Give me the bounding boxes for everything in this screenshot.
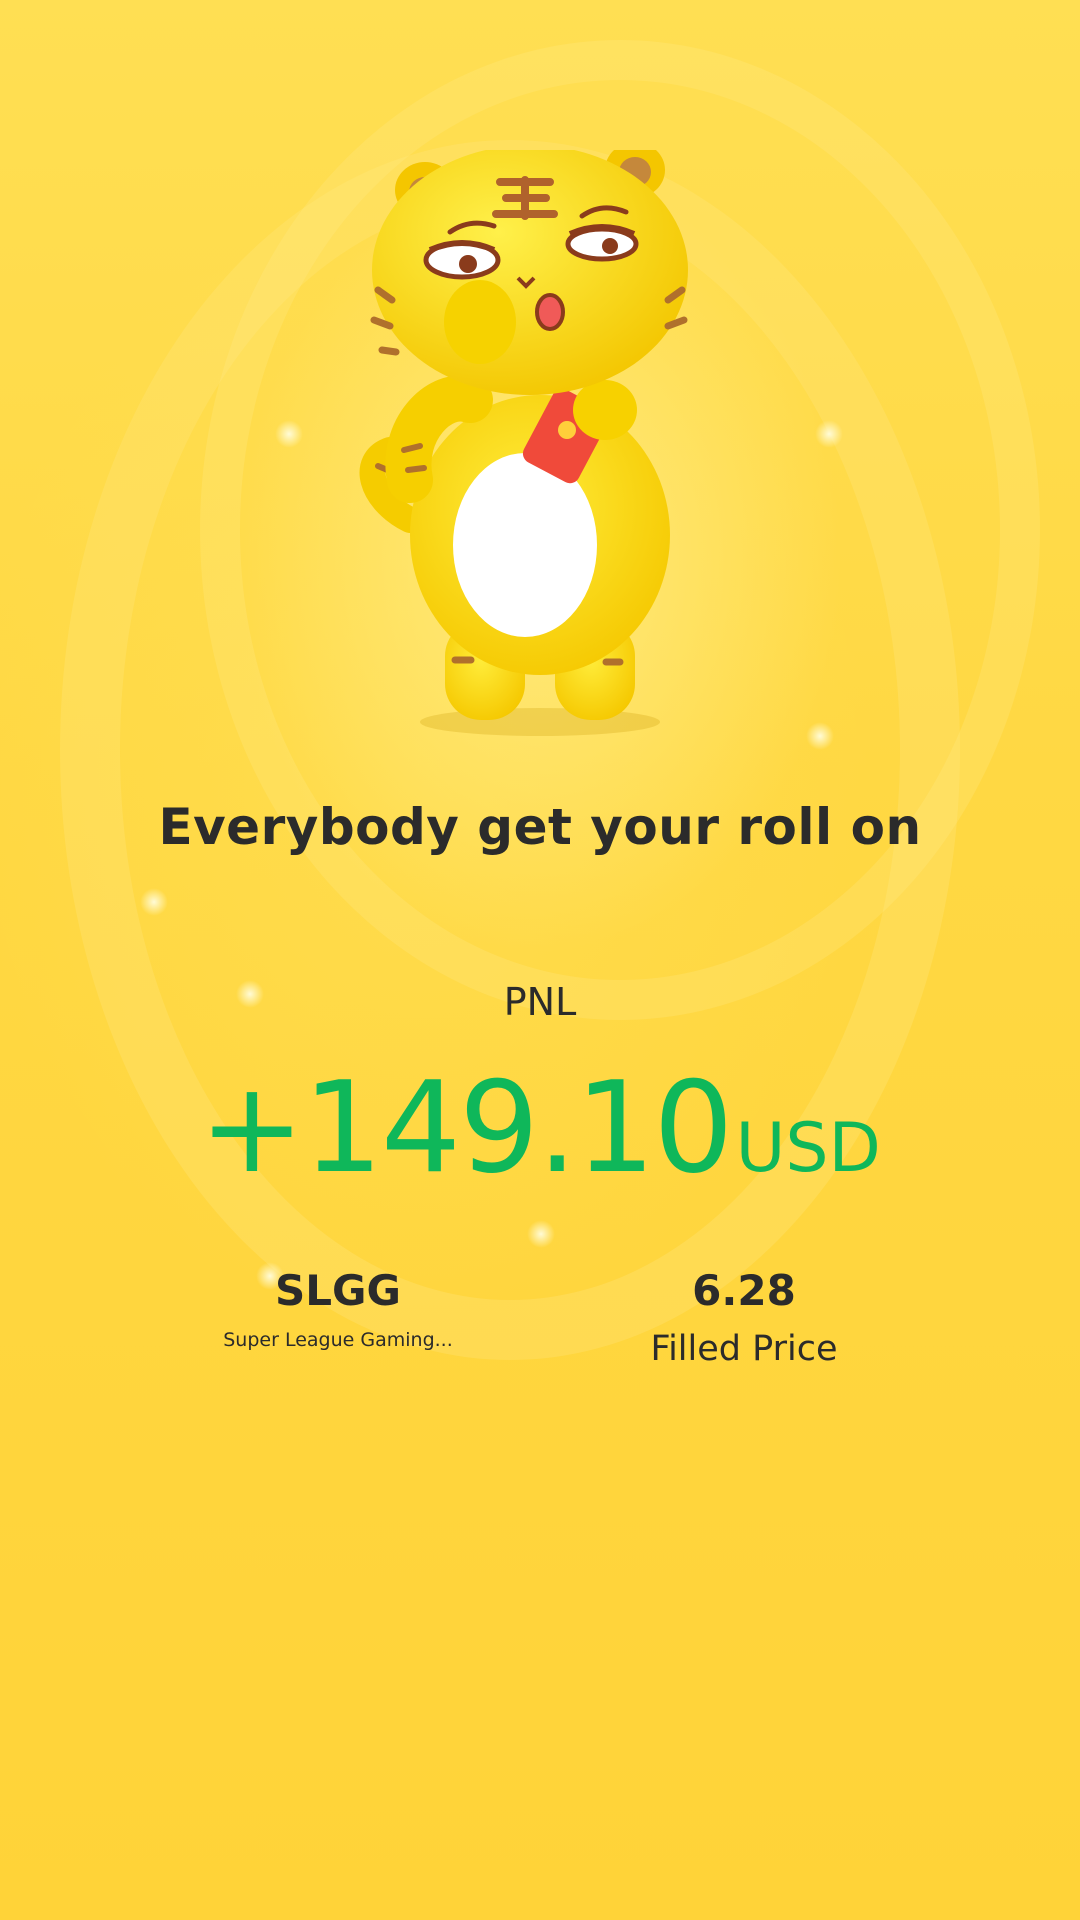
headline: Everybody get your roll on <box>158 798 922 856</box>
tiger-mascot-icon <box>359 150 688 736</box>
company-name: Super League Gaming... <box>223 1329 453 1351</box>
pnl-value: +149.10 <box>199 1054 733 1201</box>
pnl-label: PNL <box>503 980 577 1024</box>
sparkle <box>527 1220 555 1248</box>
filled-price-info: 6.28 Filled Price <box>594 1266 894 1369</box>
filled-price-value: 6.28 <box>692 1266 796 1315</box>
filled-price-label: Filled Price <box>650 1329 838 1369</box>
pnl-amount: +149.10USD <box>0 1065 1080 1191</box>
stock-info: SLGG Super League Gaming... <box>188 1266 488 1351</box>
stock-ticker: SLGG <box>275 1266 401 1315</box>
sparkle <box>275 420 303 448</box>
sparkle <box>806 722 834 750</box>
sparkle <box>815 420 843 448</box>
sparkle <box>140 888 168 916</box>
pnl-unit: USD <box>735 1109 881 1188</box>
